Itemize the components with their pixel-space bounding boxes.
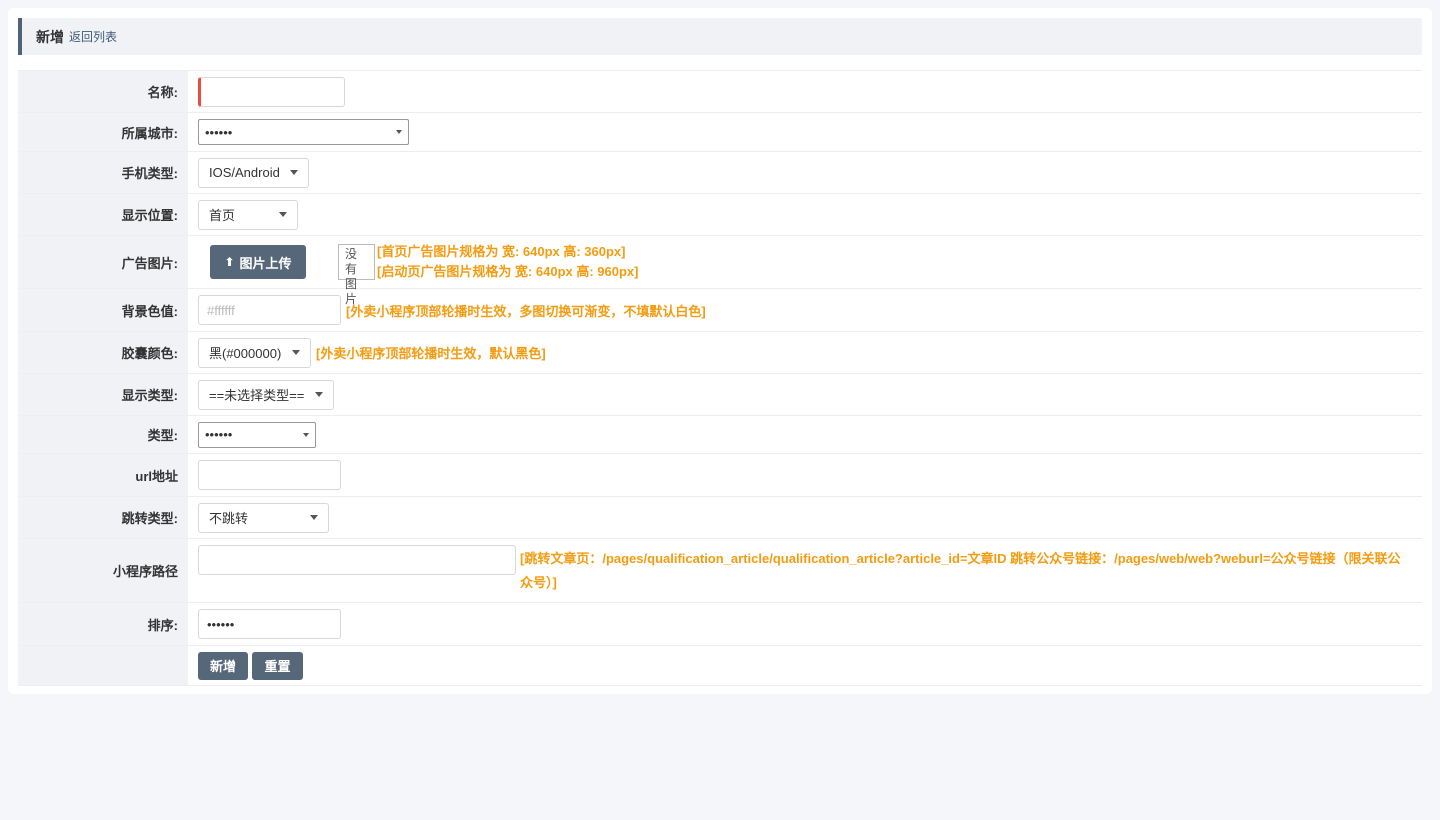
image-upload-button[interactable]: ⬆ 图片上传 (210, 245, 306, 279)
jump-type-select[interactable]: 不跳转 (198, 502, 329, 533)
home-ad-size-hint: [首页广告图片规格为 宽: 640px 高: 360px] (377, 244, 626, 259)
row-mini-path: 小程序路径 [跳转文章页：/pages/qualification_articl… (18, 539, 1422, 603)
type-select[interactable]: •••••• (198, 421, 316, 448)
position-select[interactable]: 首页 (198, 199, 298, 230)
row-bg-color: 背景色值: [外卖小程序顶部轮播时生效，多图切换可渐变，不填默认白色] (18, 289, 1422, 332)
capsule-color-selected-value: 黑(#000000) (209, 346, 282, 361)
mini-path-hint: [跳转文章页：/pages/qualification_article/qual… (520, 551, 1401, 590)
submit-button[interactable]: 新增 (198, 651, 248, 680)
chevron-down-icon (303, 432, 309, 437)
bg-color-input[interactable] (198, 295, 341, 325)
name-input[interactable] (198, 76, 345, 107)
phone-type-selected-value: IOS/Android (209, 165, 280, 180)
bg-color-label: 背景色值: (18, 289, 188, 331)
city-select[interactable]: •••••• (198, 119, 409, 145)
mini-path-label: 小程序路径 (18, 539, 188, 602)
bg-color-hint: [外卖小程序顶部轮播时生效，多图切换可渐变，不填默认白色] (346, 303, 706, 319)
row-display-type: 显示类型: ==未选择类型== (18, 374, 1422, 416)
position-selected-value: 首页 (209, 208, 236, 223)
url-label: url地址 (18, 454, 188, 496)
ad-image-label: 广告图片: (18, 236, 188, 288)
jump-type-selected-value: 不跳转 (209, 511, 249, 526)
phone-type-select[interactable]: IOS/Android (198, 157, 309, 188)
row-jump-type: 跳转类型: 不跳转 (18, 497, 1422, 539)
reset-button[interactable]: 重置 (252, 651, 303, 680)
sort-label: 排序: (18, 603, 188, 645)
page-header: 新增 返回列表 (18, 18, 1422, 55)
chevron-down-icon (279, 212, 287, 217)
position-label: 显示位置: (18, 194, 188, 235)
splash-ad-size-hint: [启动页广告图片规格为 宽: 640px 高: 960px] (377, 264, 639, 279)
chevron-down-icon (310, 515, 318, 520)
type-label: 类型: (18, 416, 188, 453)
row-position: 显示位置: 首页 (18, 194, 1422, 236)
capsule-color-label: 胶囊颜色: (18, 332, 188, 373)
phone-type-label: 手机类型: (18, 152, 188, 193)
chevron-down-icon (315, 392, 323, 397)
sort-input[interactable] (198, 609, 341, 639)
row-actions: 新增 重置 (18, 646, 1422, 686)
type-selected-value: •••••• (205, 427, 233, 442)
page-title: 新增 (36, 28, 64, 45)
chevron-down-icon (290, 170, 298, 175)
no-image-text-line1: 没有 (345, 247, 358, 276)
display-type-label: 显示类型: (18, 374, 188, 415)
chevron-down-icon (292, 350, 300, 355)
url-input[interactable] (198, 460, 341, 490)
city-label: 所属城市: (18, 113, 188, 151)
display-type-select[interactable]: ==未选择类型== (198, 379, 334, 410)
ad-form: 名称: 所属城市: •••••• 手机类型: IOS/Android 显示位置:… (18, 70, 1422, 686)
upload-arrow-icon: ⬆ (224, 255, 235, 269)
display-type-selected-value: ==未选择类型== (209, 388, 305, 403)
jump-type-label: 跳转类型: (18, 497, 188, 538)
name-label: 名称: (18, 71, 188, 112)
row-name: 名称: (18, 71, 1422, 113)
capsule-color-hint: [外卖小程序顶部轮播时生效，默认黑色] (316, 346, 546, 361)
mini-path-input[interactable] (198, 545, 516, 575)
row-type: 类型: •••••• (18, 416, 1422, 454)
chevron-down-icon (396, 130, 402, 134)
actions-label-cell (18, 646, 188, 685)
row-capsule-color: 胶囊颜色: 黑(#000000) [外卖小程序顶部轮播时生效，默认黑色] (18, 332, 1422, 374)
row-ad-image: 广告图片: ⬆ 图片上传 没有 图片 [首页广告图片规格为 宽: 640px 高… (18, 236, 1422, 306)
row-url: url地址 (18, 454, 1422, 497)
image-preview-placeholder: 没有 图片 (338, 244, 375, 306)
row-sort: 排序: (18, 603, 1422, 646)
image-upload-label: 图片上传 (239, 255, 292, 271)
row-phone-type: 手机类型: IOS/Android (18, 152, 1422, 194)
back-to-list-link[interactable]: 返回列表 (69, 28, 117, 45)
main-card: 新增 返回列表 名称: 所属城市: •••••• 手机类型: IOS/Andro… (8, 8, 1432, 694)
capsule-color-select[interactable]: 黑(#000000) (198, 337, 311, 368)
city-selected-value: •••••• (205, 124, 233, 140)
row-city: 所属城市: •••••• (18, 113, 1422, 152)
